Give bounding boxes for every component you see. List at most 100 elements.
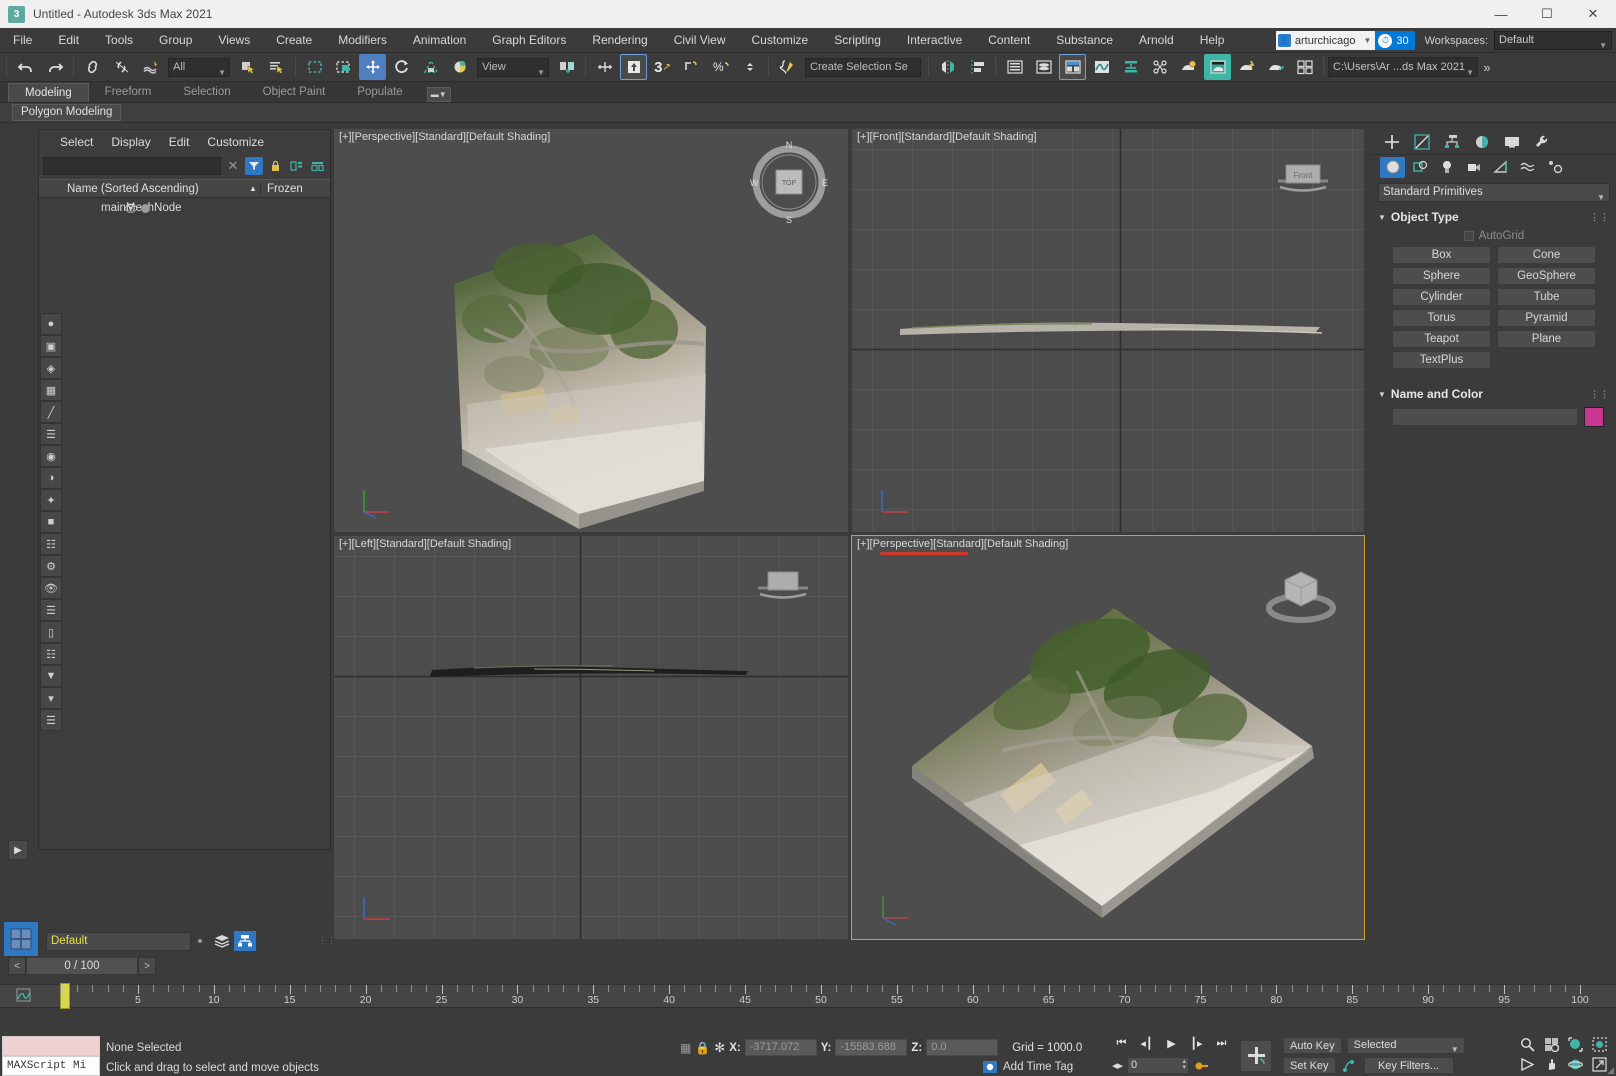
shapes-icon[interactable] <box>1407 157 1432 178</box>
select-and-manipulate-icon[interactable] <box>591 54 618 80</box>
maxscript-mini-listener-output[interactable] <box>2 1036 100 1056</box>
previous-frame-button[interactable]: ◂┃ <box>1135 1034 1158 1052</box>
menu-content[interactable]: Content <box>975 28 1043 53</box>
current-frame-input[interactable]: 0 ▴ ▾ <box>1127 1057 1190 1074</box>
menu-interactive[interactable]: Interactive <box>894 28 975 53</box>
collapse-all-icon[interactable] <box>308 157 326 175</box>
zoom-icon[interactable] <box>1516 1035 1538 1054</box>
auto-key-button[interactable]: Auto Key <box>1283 1037 1342 1054</box>
ribbon-tab-modeling[interactable]: Modeling <box>8 83 89 102</box>
systems-icon[interactable] <box>1542 157 1567 178</box>
minimize-button[interactable]: — <box>1478 0 1524 28</box>
view-cube-widget-left[interactable] <box>744 558 820 618</box>
view-compass-widget[interactable]: TOP N S W E <box>746 139 832 225</box>
menu-substance[interactable]: Substance <box>1043 28 1126 53</box>
create-tab[interactable] <box>1378 131 1406 153</box>
viewport-left-bottom-left[interactable]: [+][Left][Standard][Default Shading] <box>334 536 848 939</box>
current-frame-display[interactable]: 0 / 100 <box>26 957 138 975</box>
zoom-region-icon[interactable] <box>1588 1035 1610 1054</box>
scene-explorer-menu-customize[interactable]: Customize <box>198 135 273 149</box>
material-editor-icon[interactable] <box>1146 54 1173 80</box>
undo-icon[interactable] <box>12 54 39 80</box>
select-similar-icon[interactable]: ● <box>40 313 62 335</box>
ribbon-tab-selection[interactable]: Selection <box>167 83 246 102</box>
select-invert-icon[interactable]: ▦ <box>40 379 62 401</box>
viewport-configuration-button[interactable] <box>4 922 38 956</box>
zoom-extents-icon[interactable] <box>1564 1035 1586 1054</box>
cone-button[interactable]: Cone <box>1497 246 1596 264</box>
select-by-layer-icon[interactable]: ☰ <box>40 423 62 445</box>
select-and-link-icon[interactable] <box>79 54 106 80</box>
lock-icon[interactable] <box>266 157 284 175</box>
use-pivot-point-center-icon[interactable] <box>553 54 580 80</box>
visibility-toggle-icon[interactable]: 👁 <box>40 577 62 599</box>
object-type-header[interactable]: ▼ Object Type ⋮⋮ <box>1378 210 1610 224</box>
teapot-button[interactable]: Teapot <box>1392 330 1491 348</box>
status-bar-resize-grip[interactable]: ◢ <box>1607 1065 1614 1076</box>
column-header-name[interactable]: Name (Sorted Ascending) <box>39 183 246 195</box>
next-frame-button[interactable]: > <box>138 957 156 975</box>
toolbar-overflow-button[interactable]: » <box>1478 60 1496 75</box>
select-instances-icon[interactable]: ▣ <box>40 335 62 357</box>
rectangular-selection-region-icon[interactable] <box>301 54 328 80</box>
unhide-all-icon[interactable]: ◑ <box>40 467 62 489</box>
window-crossing-icon[interactable] <box>330 54 357 80</box>
y-coordinate-field[interactable]: -15583.688 <box>835 1039 908 1056</box>
project-folder-icon[interactable] <box>1291 54 1318 80</box>
orbit-icon[interactable] <box>1564 1055 1586 1074</box>
close-button[interactable]: ✕ <box>1570 0 1616 28</box>
viewport-front-top-right[interactable]: [+][Front][Standard][Default Shading] Fr… <box>852 129 1364 532</box>
hierarchy-tab[interactable] <box>1438 131 1466 153</box>
x-coordinate-field[interactable]: -3717.072 <box>744 1039 817 1056</box>
ribbon-panel-polygon-modeling[interactable]: Polygon Modeling <box>12 104 122 121</box>
tube-button[interactable]: Tube <box>1497 288 1596 306</box>
key-mode-icon[interactable] <box>1193 1059 1209 1073</box>
edit-named-selection-sets-icon[interactable] <box>774 54 801 80</box>
previous-frame-button[interactable]: < <box>8 957 26 975</box>
scene-explorer-menu-select[interactable]: Select <box>51 135 102 149</box>
next-frame-button[interactable]: ┃▸ <box>1185 1034 1208 1052</box>
bind-to-space-warp-icon[interactable] <box>137 54 164 80</box>
ribbon-tab-populate[interactable]: Populate <box>341 83 418 102</box>
spinner-icon[interactable]: ▴ ▾ <box>1183 1058 1187 1071</box>
menu-animation[interactable]: Animation <box>400 28 479 53</box>
select-and-move-icon[interactable] <box>359 54 386 80</box>
layer-explorer-icon[interactable] <box>1001 54 1028 80</box>
clear-search-icon[interactable]: ✕ <box>224 157 242 175</box>
workspace-select[interactable]: Default ▼ <box>1494 31 1612 50</box>
align-icon[interactable] <box>963 54 990 80</box>
expand-left-panel-button[interactable]: ▶ <box>8 840 28 860</box>
box-button[interactable]: Box <box>1392 246 1491 264</box>
column-header-frozen[interactable]: Frozen <box>260 182 330 195</box>
utilities-tab[interactable] <box>1528 131 1556 153</box>
cylinder-button[interactable]: Cylinder <box>1392 288 1491 306</box>
funnel-icon[interactable] <box>245 157 263 175</box>
grid-snap-icon[interactable]: ▦ <box>680 1041 691 1055</box>
autogrid-row[interactable]: AutoGrid <box>1378 230 1610 242</box>
menu-views[interactable]: Views <box>205 28 263 53</box>
project-path-dropdown[interactable]: C:\Users\Ar ...ds Max 2021 ▼ <box>1328 57 1478 77</box>
filter-objects-icon[interactable]: ▼ <box>40 665 62 687</box>
scene-explorer-search-input[interactable] <box>43 157 221 175</box>
scene-explorer-menu-display[interactable]: Display <box>102 135 159 149</box>
menu-rendering[interactable]: Rendering <box>579 28 660 53</box>
object-list-icon[interactable]: ☰ <box>40 599 62 621</box>
ribbon-tab-object-paint[interactable]: Object Paint <box>247 83 342 102</box>
scene-explorer-icon[interactable] <box>1030 54 1057 80</box>
menu-customize[interactable]: Customize <box>739 28 822 53</box>
layers-icon[interactable] <box>212 932 232 950</box>
angle-snap-toggle-icon[interactable]: 3 ↗ <box>649 54 676 80</box>
display-properties-icon[interactable]: ⚙ <box>40 555 62 577</box>
user-account-menu[interactable]: 👤 arturchicago ▼ <box>1275 31 1376 50</box>
view-cube-widget-active[interactable] <box>1258 552 1344 630</box>
layer-list-icon[interactable]: ▯ <box>40 621 62 643</box>
viewport-perspective-top-left[interactable]: [+][Perspective][Standard][Default Shadi… <box>334 129 848 532</box>
render-iterative-icon[interactable] <box>1262 54 1289 80</box>
viewport-perspective-bottom-right[interactable]: [+][Perspective][Standard][Default Shadi… <box>851 535 1365 940</box>
absolute-mode-transform-icon[interactable]: ✻ <box>714 1040 725 1056</box>
modify-tab[interactable] <box>1408 131 1436 153</box>
named-selection-set-input[interactable]: Create Selection Se <box>805 57 921 77</box>
sphere-button[interactable]: Sphere <box>1392 267 1491 285</box>
menu-arnold[interactable]: Arnold <box>1126 28 1187 53</box>
view-cube-widget-front[interactable]: Front <box>1264 151 1340 211</box>
